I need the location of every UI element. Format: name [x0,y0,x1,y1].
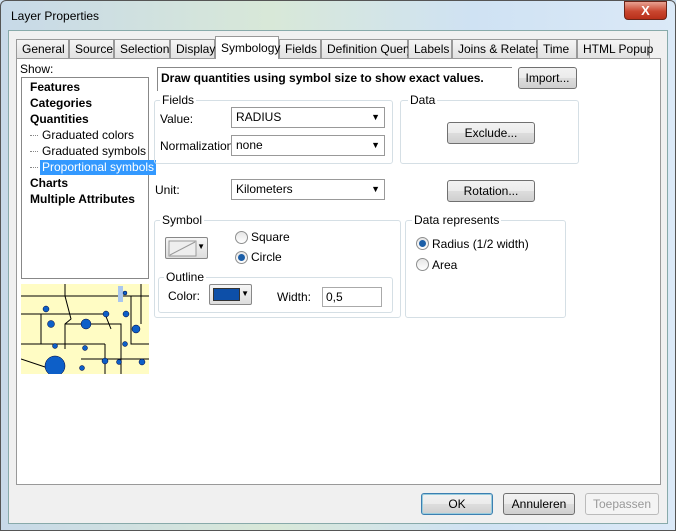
symbol-picker-button[interactable]: ▼ [165,237,208,259]
tree-item[interactable]: Features [28,80,82,95]
radius-radio[interactable] [416,237,429,250]
tree-item-label: Graduated colors [42,128,135,142]
symbol-preview-map [21,284,149,374]
chevron-down-icon: ▼ [371,140,380,150]
area-radio[interactable] [416,258,429,271]
chevron-down-icon: ▼ [197,242,205,251]
description-text: Draw quantities using symbol size to sho… [157,67,512,91]
data-group-title: Data [408,93,438,107]
tree-item[interactable]: Charts [28,176,70,191]
tree-item-label: Graduated symbols [42,144,147,158]
color-swatch [213,288,240,301]
tab-source[interactable]: Source [69,39,114,59]
chevron-down-icon: ▼ [241,289,249,298]
tree-item-label: Quantities [30,112,89,126]
tab-definition-query[interactable]: Definition Query [321,39,413,59]
square-radio[interactable] [235,231,248,244]
square-label: Square [251,230,290,244]
window-title: Layer Properties [11,9,100,23]
color-label: Color: [168,289,201,303]
ok-button[interactable]: OK [421,493,493,515]
tab-time[interactable]: Time [537,39,577,59]
show-label: Show: [20,62,54,76]
tab-symbology[interactable]: Symbology [215,36,280,59]
normalization-dropdown-text: none [236,138,263,152]
tree-item[interactable]: Graduated symbols [30,144,148,159]
tree-item-label: Proportional symbols [42,160,155,174]
tree-connector [30,151,38,152]
tree-item[interactable]: Proportional symbols [30,160,157,175]
tab-fields[interactable]: Fields [279,39,321,59]
tab-labels[interactable]: Labels [408,39,452,59]
unit-label: Unit: [155,183,180,197]
outline-color-picker[interactable]: ▼ [209,284,252,305]
symbol-swatch-icon [168,240,197,257]
data-represents-group [405,220,566,318]
area-label: Area [432,258,458,272]
tab-html-popup[interactable]: HTML Popup [577,39,653,59]
fields-group-title: Fields [160,93,197,107]
unit-dropdown[interactable]: Kilometers ▼ [231,179,385,200]
close-button[interactable]: X [624,1,667,20]
normalization-label: Normalization: [160,139,237,153]
value-label: Value: [160,112,194,126]
tree-item-label: Charts [30,176,69,190]
tab-display[interactable]: Display [170,39,215,59]
width-label: Width: [277,290,312,304]
outline-group-title: Outline [164,270,207,284]
outline-width-input[interactable]: 0,5 [322,287,382,307]
tree-item[interactable]: Multiple Attributes [28,192,137,207]
tab-general[interactable]: General [16,39,69,59]
tab-selection[interactable]: Selection [114,39,170,59]
value-dropdown[interactable]: RADIUS ▼ [231,107,385,128]
symbol-group-title: Symbol [160,213,205,227]
show-tree[interactable]: Features Categories Quantities Graduated co… [21,77,157,279]
tree-item-label: Features [30,80,81,94]
exclude-button[interactable]: Exclude... [447,122,535,144]
cancel-button[interactable]: Annuleren [503,493,575,515]
radius-label: Radius (1/2 width) [432,237,529,251]
import-button[interactable]: Import... [518,67,577,89]
rotation-button[interactable]: Rotation... [447,180,535,202]
normalization-dropdown[interactable]: none ▼ [231,135,385,156]
tree-item[interactable]: Graduated colors [30,128,136,143]
chevron-down-icon: ▼ [371,112,380,122]
apply-button[interactable]: Toepassen [585,493,659,515]
tree-connector [30,135,38,136]
tree-item-label: Categories [30,96,93,110]
chevron-down-icon: ▼ [371,184,380,194]
tree-connector [30,167,38,168]
unit-dropdown-text: Kilometers [236,182,293,196]
value-dropdown-text: RADIUS [236,110,282,124]
tree-item-label: Multiple Attributes [30,192,135,206]
circle-radio[interactable] [235,251,248,264]
tree-item[interactable]: Categories [28,96,94,111]
data-represents-title: Data represents [412,213,502,227]
tab-joins-relates[interactable]: Joins & Relates [452,39,541,59]
tree-item[interactable]: Quantities [28,112,91,127]
circle-label: Circle [251,250,282,264]
